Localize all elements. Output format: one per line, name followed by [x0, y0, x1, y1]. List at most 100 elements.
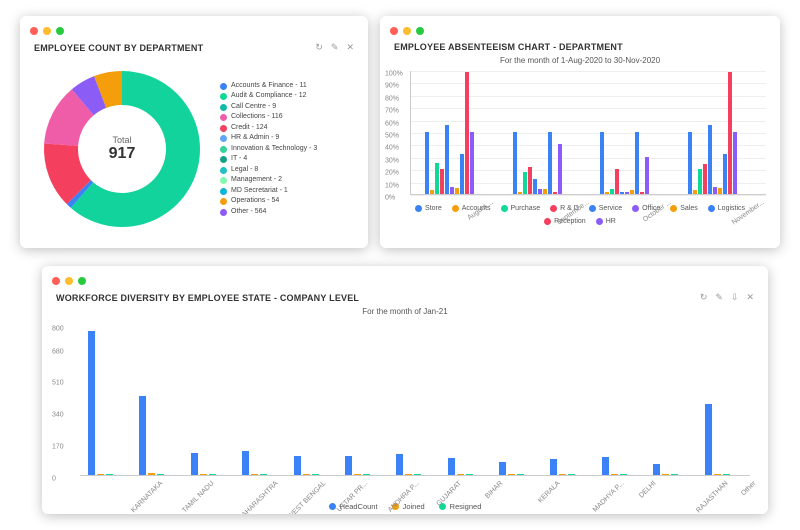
- minimize-window-icon[interactable]: [43, 27, 51, 35]
- bar[interactable]: [523, 172, 527, 194]
- bar[interactable]: [605, 192, 609, 194]
- bar[interactable]: [615, 169, 619, 194]
- bar[interactable]: [625, 192, 629, 194]
- legend-item[interactable]: Credit - 124: [220, 123, 317, 134]
- bar[interactable]: [460, 154, 464, 194]
- bar[interactable]: [303, 474, 310, 475]
- bar[interactable]: [139, 396, 146, 475]
- bar[interactable]: [88, 331, 95, 475]
- minimize-window-icon[interactable]: [65, 277, 73, 285]
- legend-item[interactable]: Store: [415, 205, 442, 212]
- bar[interactable]: [209, 474, 216, 475]
- maximize-window-icon[interactable]: [78, 277, 86, 285]
- legend-item[interactable]: IT - 4: [220, 154, 317, 165]
- edit-icon[interactable]: ✎: [715, 292, 723, 303]
- bar[interactable]: [191, 453, 198, 476]
- bar[interactable]: [550, 459, 557, 475]
- bar[interactable]: [620, 474, 627, 475]
- legend-item[interactable]: Logistics: [708, 205, 745, 212]
- minimize-window-icon[interactable]: [403, 27, 411, 35]
- bar[interactable]: [630, 190, 634, 194]
- bar[interactable]: [440, 169, 444, 194]
- bar[interactable]: [425, 132, 429, 194]
- bar[interactable]: [457, 474, 464, 475]
- bar[interactable]: [396, 454, 403, 475]
- bar[interactable]: [435, 163, 439, 194]
- bar[interactable]: [445, 125, 449, 194]
- legend-item[interactable]: Accounts & Finance - 11: [220, 81, 317, 92]
- bar[interactable]: [602, 457, 609, 475]
- bar[interactable]: [294, 456, 301, 475]
- bar[interactable]: [157, 474, 164, 476]
- refresh-icon[interactable]: ↻: [315, 42, 323, 53]
- bar[interactable]: [703, 164, 707, 194]
- legend-item[interactable]: Collections - 116: [220, 112, 317, 123]
- legend-item[interactable]: Audit & Compliance - 12: [220, 91, 317, 102]
- bar[interactable]: [548, 132, 552, 194]
- bar[interactable]: [705, 404, 712, 475]
- legend-item[interactable]: Purchase: [501, 205, 541, 212]
- bar[interactable]: [251, 474, 258, 475]
- bar[interactable]: [148, 473, 155, 475]
- bar[interactable]: [106, 474, 113, 475]
- bar[interactable]: [528, 167, 532, 194]
- close-window-icon[interactable]: [52, 277, 60, 285]
- close-icon[interactable]: ✕: [746, 292, 754, 303]
- close-window-icon[interactable]: [30, 27, 38, 35]
- bar[interactable]: [242, 451, 249, 475]
- legend-item[interactable]: Resigned: [439, 502, 482, 511]
- legend-item[interactable]: Sales: [670, 205, 698, 212]
- bar[interactable]: [671, 474, 678, 475]
- bar[interactable]: [653, 464, 660, 475]
- bar[interactable]: [363, 474, 370, 475]
- bar[interactable]: [543, 189, 547, 194]
- bar[interactable]: [645, 157, 649, 194]
- bar[interactable]: [568, 474, 575, 475]
- maximize-window-icon[interactable]: [56, 27, 64, 35]
- bar[interactable]: [713, 187, 717, 194]
- bar[interactable]: [723, 154, 727, 194]
- legend-item[interactable]: HR: [596, 218, 616, 225]
- maximize-window-icon[interactable]: [416, 27, 424, 35]
- download-icon[interactable]: ⇩: [731, 292, 739, 303]
- bar[interactable]: [345, 456, 352, 475]
- bar[interactable]: [559, 474, 566, 475]
- bar[interactable]: [610, 189, 614, 194]
- bar[interactable]: [448, 458, 455, 475]
- bar[interactable]: [662, 474, 669, 475]
- bar[interactable]: [693, 190, 697, 194]
- legend-item[interactable]: MD Secretariat - 1: [220, 186, 317, 197]
- bar[interactable]: [405, 474, 412, 475]
- bar[interactable]: [635, 132, 639, 194]
- legend-item[interactable]: Management - 2: [220, 175, 317, 186]
- bar[interactable]: [553, 192, 557, 194]
- bar[interactable]: [708, 125, 712, 194]
- bar[interactable]: [430, 190, 434, 194]
- legend-item[interactable]: HR & Admin - 9: [220, 133, 317, 144]
- bar[interactable]: [600, 132, 604, 194]
- bar[interactable]: [354, 474, 361, 475]
- refresh-icon[interactable]: ↻: [700, 292, 708, 303]
- bar[interactable]: [611, 474, 618, 475]
- bar[interactable]: [518, 192, 522, 194]
- bar[interactable]: [728, 72, 732, 194]
- bar[interactable]: [470, 132, 474, 194]
- bar[interactable]: [733, 132, 737, 194]
- bar[interactable]: [517, 474, 524, 475]
- bar[interactable]: [640, 192, 644, 194]
- bar[interactable]: [508, 474, 515, 475]
- bar[interactable]: [450, 187, 454, 194]
- bar[interactable]: [499, 462, 506, 475]
- bar[interactable]: [688, 132, 692, 194]
- close-icon[interactable]: ✕: [346, 42, 354, 53]
- legend-item[interactable]: Other - 564: [220, 207, 317, 218]
- legend-item[interactable]: Legal - 8: [220, 165, 317, 176]
- bar[interactable]: [620, 192, 624, 194]
- edit-icon[interactable]: ✎: [331, 42, 339, 53]
- bar[interactable]: [718, 188, 722, 194]
- bar[interactable]: [312, 474, 319, 475]
- legend-item[interactable]: Innovation & Technology - 3: [220, 144, 317, 155]
- bar[interactable]: [714, 474, 721, 475]
- bar[interactable]: [465, 72, 469, 194]
- bar[interactable]: [533, 179, 537, 194]
